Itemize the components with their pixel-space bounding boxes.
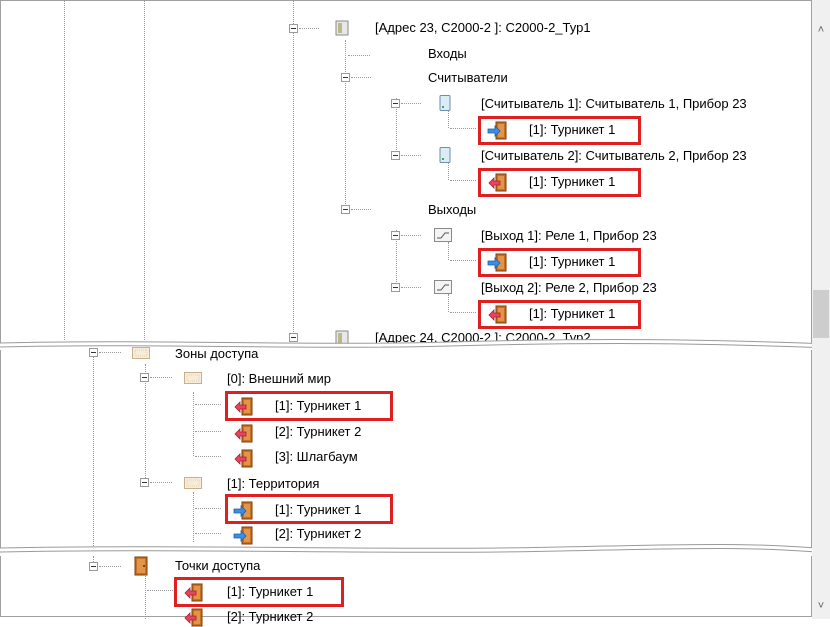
highlight-box [174, 577, 344, 607]
scrollbar-thumb[interactable] [813, 290, 829, 338]
tree-guide-line [144, 0, 145, 340]
tree-connector [351, 77, 371, 78]
tree-connector [450, 128, 476, 129]
tree-item-reader-2[interactable]: [Считыватель 2]: Считыватель 2, Прибор 2… [481, 148, 747, 164]
collapse-toggle[interactable] [89, 348, 98, 357]
tree-item-outputs[interactable]: Выходы [428, 202, 476, 218]
highlight-box [225, 391, 393, 421]
collapse-toggle[interactable] [140, 478, 149, 487]
tree-item-turnstile-2[interactable]: [2]: Турникет 2 [227, 609, 313, 625]
tree-connector [150, 377, 172, 378]
highlight-box [478, 248, 641, 277]
tree-connector [195, 404, 221, 405]
zone-icon [183, 370, 203, 386]
tree-connector [351, 209, 371, 210]
tree-connector [147, 590, 173, 591]
tree-connector [195, 533, 221, 534]
tree-connector [450, 260, 476, 261]
tree-item-zone-0[interactable]: [0]: Внешний мир [227, 371, 331, 387]
tree-connector [401, 155, 421, 156]
tree-item-access-points[interactable]: Точки доступа [175, 558, 260, 574]
access-point-icon [133, 556, 149, 576]
tree-item-turnstile-2[interactable]: [2]: Турникет 2 [275, 424, 361, 440]
collapse-toggle[interactable] [289, 24, 298, 33]
tree-item-readers[interactable]: Считыватели [428, 70, 508, 86]
tree-item-zone-1[interactable]: [1]: Территория [227, 476, 319, 492]
tree-guide-line [448, 110, 449, 128]
tree-item-access-zones[interactable]: Зоны доступа [175, 346, 258, 362]
collapse-toggle[interactable] [391, 283, 400, 292]
tree-connector [401, 103, 421, 104]
zone-icon [131, 345, 151, 361]
tree-guide-line [64, 0, 65, 340]
tree-connector [99, 352, 121, 353]
tree-guide-line [193, 492, 194, 542]
tree-item-output-1[interactable]: [Выход 1]: Реле 1, Прибор 23 [481, 228, 657, 244]
tree-connector [401, 235, 421, 236]
tree-connector [401, 287, 421, 288]
collapse-toggle[interactable] [89, 562, 98, 571]
tree-guide-line [345, 40, 346, 212]
tree-connector [450, 180, 476, 181]
collapse-toggle[interactable] [140, 373, 149, 382]
tree-guide-line [193, 392, 194, 456]
collapse-toggle[interactable] [391, 99, 400, 108]
zone-icon [183, 475, 203, 491]
collapse-toggle[interactable] [341, 205, 350, 214]
tree-guide-line [448, 242, 449, 260]
tear-separator [0, 339, 830, 350]
highlight-box [225, 494, 393, 524]
highlight-box [478, 300, 641, 329]
tree-guide-line [145, 572, 146, 619]
device-icon [334, 20, 350, 36]
tree-connector [299, 28, 319, 29]
reader-icon [437, 147, 453, 163]
tree-connector [195, 456, 221, 457]
tree-guide-line [93, 350, 94, 550]
highlight-box [478, 168, 641, 197]
relay-icon [433, 227, 453, 243]
door-exit-icon [233, 448, 253, 468]
tree-guide-line [448, 162, 449, 180]
tree-item-reader-1[interactable]: [Считыватель 1]: Считыватель 1, Прибор 2… [481, 96, 747, 112]
tree-item-device-23[interactable]: [Адрес 23, С2000-2 ]: С2000-2_Тур1 [375, 20, 591, 36]
tree-item-inputs[interactable]: Входы [428, 46, 467, 62]
highlight-box [478, 116, 641, 145]
tear-separator [0, 544, 830, 556]
tree-connector [348, 55, 370, 56]
scroll-down-arrow-icon[interactable]: ˅ [812, 600, 830, 612]
tree-guide-line [293, 0, 294, 340]
tree-item-barrier[interactable]: [3]: Шлагбаум [275, 449, 358, 465]
tree-connector [150, 482, 172, 483]
door-exit-icon [183, 607, 203, 627]
scroll-up-arrow-icon[interactable]: ˄ [812, 24, 830, 36]
tree-item-output-2[interactable]: [Выход 2]: Реле 2, Прибор 23 [481, 280, 657, 296]
relay-icon [433, 279, 453, 295]
tree-connector [450, 312, 476, 313]
tree-view-frame [0, 0, 812, 617]
tree-connector [195, 431, 221, 432]
reader-icon [437, 95, 453, 111]
collapse-toggle[interactable] [391, 151, 400, 160]
collapse-toggle[interactable] [391, 231, 400, 240]
collapse-toggle[interactable] [341, 73, 350, 82]
tree-connector [99, 566, 121, 567]
tree-guide-line [448, 294, 449, 312]
door-exit-icon [233, 423, 253, 443]
tree-connector [195, 508, 221, 509]
tree-guide-line [145, 364, 146, 484]
